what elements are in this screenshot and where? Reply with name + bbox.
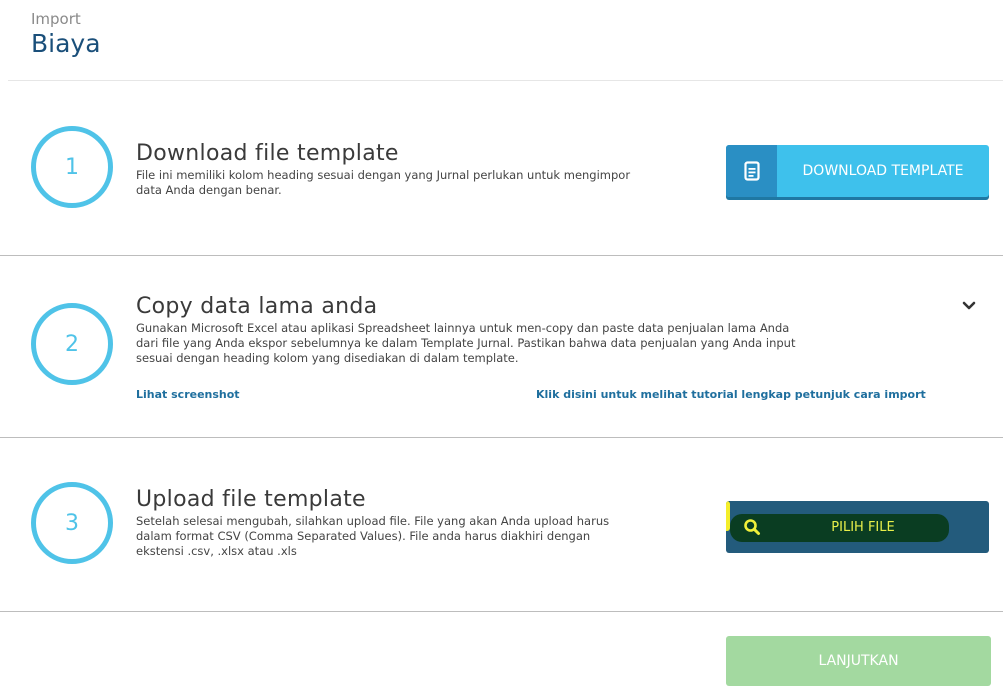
- search-icon: [726, 501, 777, 553]
- step-1-description: File ini memiliki kolom heading sesuai d…: [136, 168, 631, 197]
- tutorial-link[interactable]: Klik disini untuk melihat tutorial lengk…: [536, 388, 926, 401]
- screenshot-link[interactable]: Lihat screenshot: [136, 388, 240, 401]
- step-1-body: Download file template File ini memiliki…: [136, 141, 630, 198]
- step-1-title: Download file template: [136, 141, 399, 166]
- step-divider: [0, 437, 1003, 438]
- download-template-label: DOWNLOAD TEMPLATE: [802, 163, 964, 179]
- document-icon: [726, 145, 777, 197]
- breadcrumb: Import: [31, 10, 81, 28]
- step-3-title: Upload file template: [136, 487, 366, 512]
- step-divider: [0, 611, 1003, 612]
- page-title: Biaya: [31, 29, 101, 58]
- chevron-down-icon[interactable]: [962, 296, 976, 315]
- pilih-file-label: PILIH FILE: [831, 519, 895, 535]
- step-2-number: 2: [31, 303, 113, 385]
- step-1-number: 1: [31, 126, 113, 208]
- step-3-body: Upload file template Setelah selesai men…: [136, 487, 609, 559]
- step-3-description: Setelah selesai mengubah, silahkan uploa…: [136, 514, 610, 558]
- page-header: Import Biaya: [31, 10, 101, 58]
- step-2-body: Copy data lama anda Gunakan Microsoft Ex…: [136, 294, 795, 366]
- step-2-description: Gunakan Microsoft Excel atau aplikasi Sp…: [136, 321, 796, 365]
- download-template-button[interactable]: DOWNLOAD TEMPLATE: [726, 145, 989, 197]
- step-divider: [0, 255, 1003, 256]
- step-2-title: Copy data lama anda: [136, 294, 378, 319]
- step-3-number: 3: [31, 482, 113, 564]
- pilih-file-button[interactable]: PILIH FILE: [726, 501, 989, 553]
- header-divider: [8, 80, 1003, 81]
